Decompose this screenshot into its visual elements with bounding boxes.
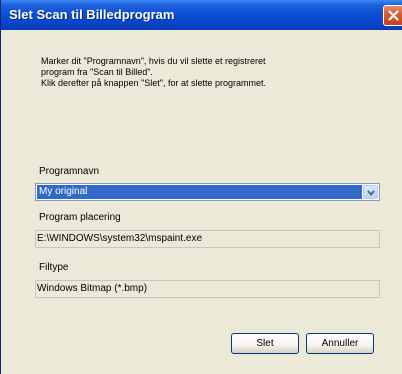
program-location-field: E:\WINDOWS\system32\mspaint.exe bbox=[35, 230, 380, 248]
instruction-line-2: program fra "Scan til Billed". bbox=[41, 67, 153, 77]
dialog-window: Slet Scan til Billedprogram Marker dit "… bbox=[0, 0, 402, 374]
instruction-line-3: Klik derefter på knappen "Slet", for at … bbox=[41, 78, 266, 88]
window-title: Slet Scan til Billedprogram bbox=[9, 7, 175, 22]
file-type-field: Windows Bitmap (*.bmp) bbox=[35, 280, 380, 298]
delete-button[interactable]: Slet bbox=[231, 333, 299, 354]
instruction-line-1: Marker dit "Programnavn", hvis du vil sl… bbox=[41, 56, 266, 66]
file-type-label: Filtype bbox=[39, 262, 69, 273]
program-name-selected-value[interactable]: My original bbox=[37, 185, 362, 199]
cancel-button[interactable]: Annuller bbox=[306, 333, 374, 354]
program-location-label: Program placering bbox=[39, 212, 121, 223]
dropdown-button[interactable] bbox=[363, 185, 378, 199]
program-name-label: Programnavn bbox=[39, 166, 100, 177]
title-bar[interactable]: Slet Scan til Billedprogram bbox=[1, 0, 402, 30]
program-name-select[interactable]: My original bbox=[35, 183, 380, 201]
close-button[interactable] bbox=[383, 5, 402, 26]
